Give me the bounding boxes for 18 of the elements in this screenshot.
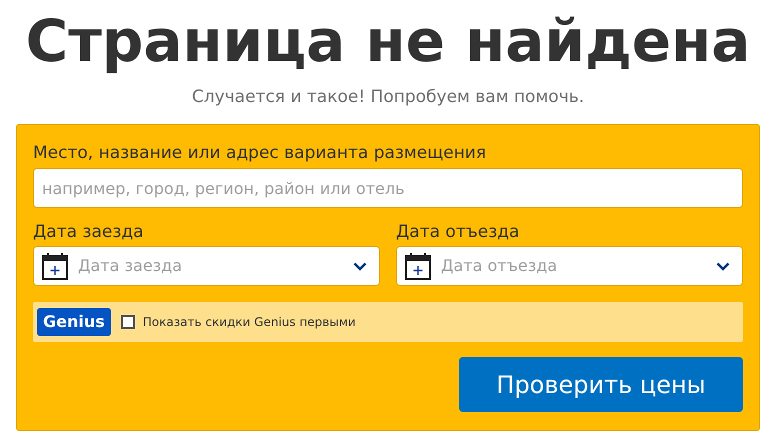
checkbox[interactable] — [120, 315, 135, 329]
field-label: Место, название или адрес варианта размещения — [33, 142, 488, 164]
check-prices-button[interactable]: Проверить цены — [459, 357, 743, 412]
date-input[interactable]: Дата отъезда — [441, 254, 706, 278]
field-label: Дата заезда — [33, 221, 145, 243]
page-title: Страница не найдена — [26, 8, 750, 74]
calendar-icon — [42, 252, 68, 280]
date-input[interactable]: Дата заезда — [78, 254, 343, 278]
genius-logo: Genius — [37, 308, 111, 336]
subtitle: Случается и такое! Попробуем вам помочь. — [192, 86, 584, 108]
field-label: Дата отъезда — [396, 221, 520, 243]
date-field[interactable]: Дата заезда — [33, 246, 380, 286]
chevron-down-icon — [353, 262, 367, 270]
calendar-icon — [405, 252, 431, 280]
destination-field[interactable]: например, город, регион, район или отель — [33, 168, 743, 208]
chevron-down-icon — [716, 262, 730, 270]
date-field[interactable]: Дата отъезда — [396, 246, 743, 286]
checkbox-label: Показать скидки Genius первыми — [142, 314, 356, 331]
